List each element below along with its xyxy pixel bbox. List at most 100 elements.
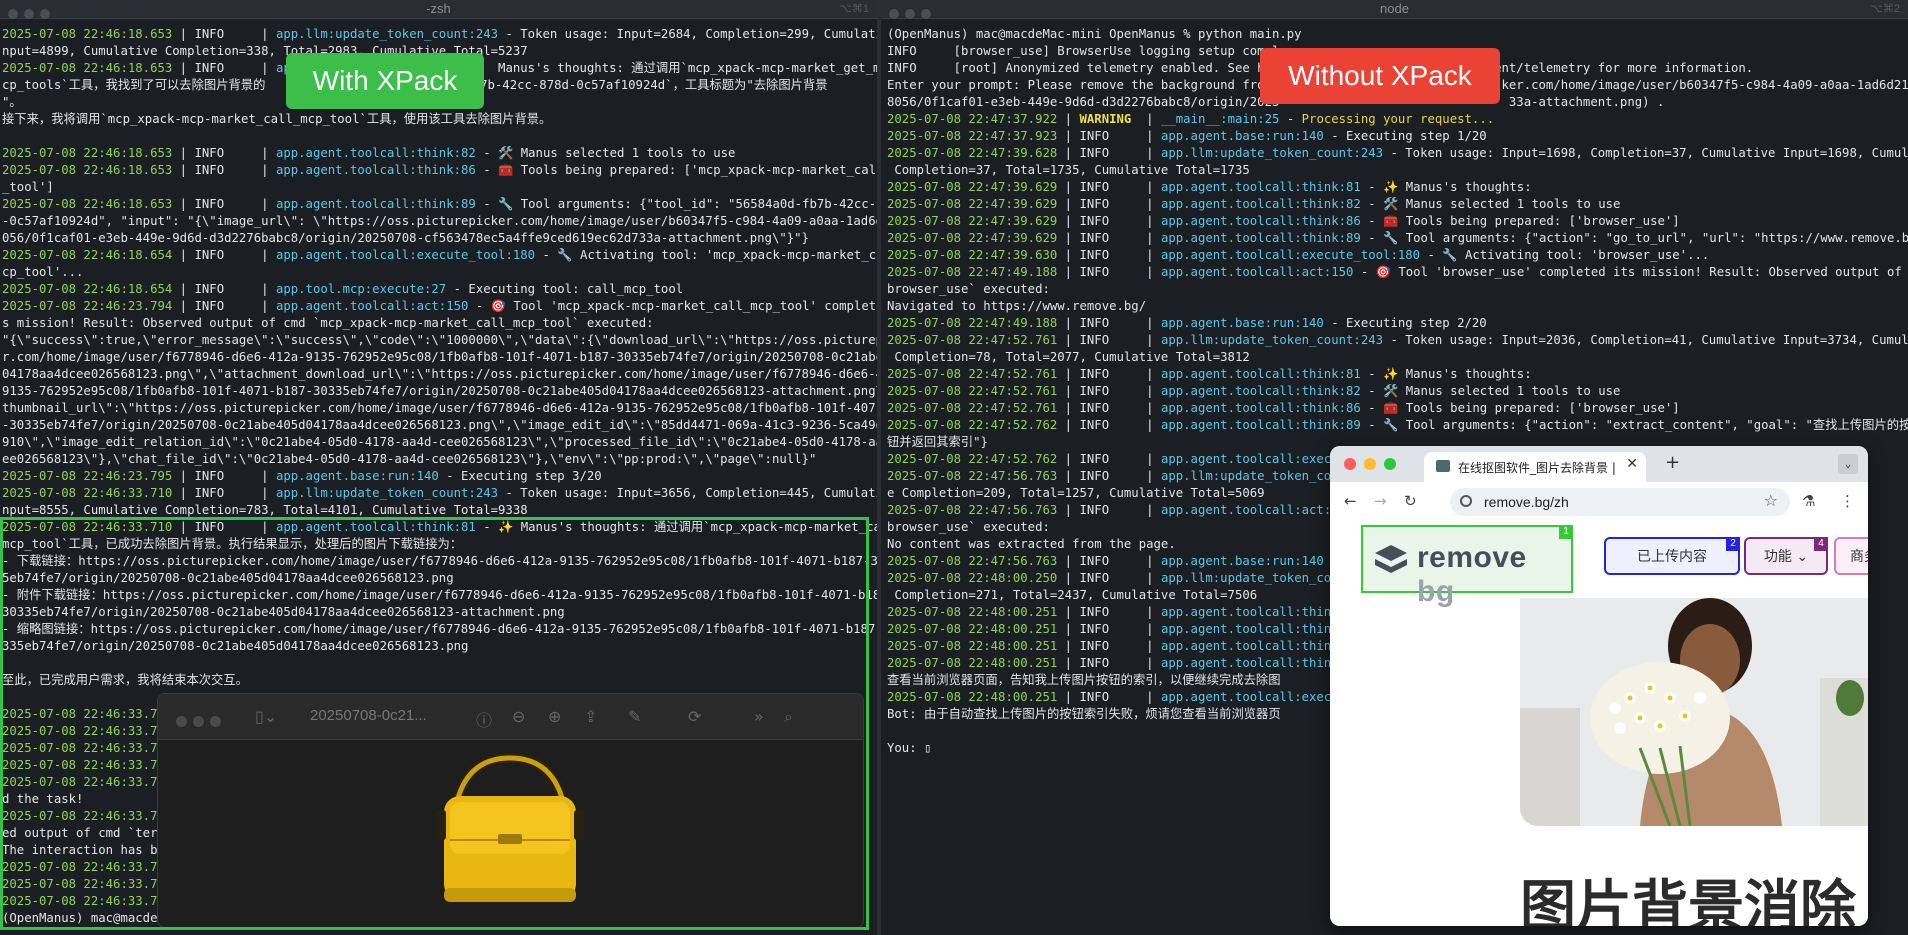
- terminal-text: 查看当前浏览器页面，告知我上传图片按钮的索引，以便继续完成去除图: [887, 673, 1281, 687]
- terminal-text: app.agent.toolcall:think:81: [1160, 180, 1361, 194]
- terminal-text: 5eb74fe7/origin/20250708-0c21abe405d0417…: [2, 571, 454, 585]
- terminal-line: 2025-07-08 22:47:52.761 | INFO | app.age…: [887, 400, 1908, 417]
- terminal-text: 2025-07-08 22:47:39.629: [887, 180, 1058, 194]
- remove-bg-logo[interactable]: remove bg 1: [1361, 525, 1573, 608]
- tab-search-icon[interactable]: ⌄: [1838, 454, 1858, 474]
- terminal-text: | INFO |: [1057, 622, 1161, 636]
- terminal-text: Navigated to https://www.remove.bg/: [887, 299, 1147, 313]
- browser-window[interactable]: 在线抠图软件_图片去除背景 | remove.bg ✕ + ⌄ ← → ↻ re…: [1330, 446, 1868, 926]
- terminal-text: app.agent.toolcall:think:89: [1160, 231, 1361, 245]
- rotate-icon[interactable]: ⟳: [688, 707, 701, 726]
- markup-icon[interactable]: ✎: [628, 707, 641, 726]
- terminal-text: | INFO |: [1057, 571, 1161, 585]
- terminal-text: | INFO |: [1057, 656, 1161, 670]
- terminal-text: 2025-07-08 22:47:52.761: [887, 384, 1058, 398]
- terminal-text: app.agent.toolcall:think:86: [275, 163, 476, 177]
- browser-tab[interactable]: 在线抠图软件_图片去除背景 | remove.bg ✕: [1424, 452, 1646, 482]
- terminal-text: app.agent.toolcall:think:89: [275, 197, 476, 211]
- terminal-text: app.agent.base:run:140: [275, 469, 439, 483]
- terminal-text: - 🧰 Tools being prepared: ['browser_use'…: [1360, 401, 1680, 415]
- terminal-text: - 下载链接：https://oss.picturepicker.com/hom…: [2, 554, 877, 568]
- terminal-text: ee026568123\"},\"chat_file_id\":\"0c21ab…: [2, 452, 817, 466]
- terminal-text: 2025-07-08 22:48:00.251: [887, 656, 1058, 670]
- with-xpack-label: With XPack: [286, 53, 484, 109]
- terminal-text: 2025-07-08 22:46:33.71: [2, 894, 165, 908]
- info-icon[interactable]: ⓘ: [476, 707, 492, 731]
- terminal-text: | INFO |: [1057, 214, 1161, 228]
- terminal-text: cp_tool'...: [2, 265, 84, 279]
- terminal-line: 2025-07-08 22:47:39.630 | INFO | app.age…: [887, 247, 1908, 264]
- sidebar-toggle-icon[interactable]: ▯⌄: [255, 707, 277, 726]
- more-icon[interactable]: »: [754, 707, 764, 726]
- new-tab-icon[interactable]: +: [1665, 452, 1680, 473]
- site-info-icon[interactable]: [1460, 495, 1472, 507]
- terminal-line: 2025-07-08 22:47:52.761 | INFO | app.age…: [887, 366, 1908, 383]
- terminal-text: - 🎯 Tool 'mcp_xpack-mcp-market_call_mcp_…: [468, 299, 877, 313]
- labs-flask-icon[interactable]: ⚗: [1802, 492, 1815, 510]
- nav-business-button[interactable]: 商务办公: [1834, 537, 1868, 575]
- terminal-text: - Executing step 1/20: [1323, 129, 1487, 143]
- terminal-text: 04178aa4dcee026568123.png\",\"attachment…: [2, 367, 877, 381]
- terminal-text: | INFO |: [172, 163, 276, 177]
- terminal-line: Navigated to https://www.remove.bg/: [887, 298, 1908, 315]
- terminal-text: app.agent.toolcall:think:89: [1160, 418, 1361, 432]
- back-icon[interactable]: ←: [1344, 492, 1357, 510]
- bookmark-star-icon[interactable]: ☆: [1764, 491, 1778, 510]
- terminal-text: app.agent.toolcall:think:8: [1160, 656, 1354, 670]
- terminal-text: | INFO |: [1057, 265, 1161, 279]
- terminal-line: 2025-07-08 22:47:39.629 | INFO | app.age…: [887, 230, 1908, 247]
- menu-kebab-icon[interactable]: ⋮: [1840, 492, 1855, 510]
- minimize-window-icon[interactable]: [1364, 458, 1376, 470]
- terminal-text: | INFO |: [1057, 180, 1161, 194]
- without-xpack-label: Without XPack: [1260, 48, 1500, 104]
- terminal-text: 2025-07-08 22:46:18.654: [2, 282, 173, 296]
- terminal-line: - 下载链接：https://oss.picturepicker.com/hom…: [2, 553, 877, 570]
- forward-icon[interactable]: →: [1374, 492, 1387, 510]
- terminal-text: thumbnail_url\":\"https://oss.picturepic…: [2, 401, 877, 415]
- terminal-text: | INFO |: [1057, 231, 1161, 245]
- terminal-text: |: [1057, 112, 1080, 126]
- terminal-text: app.agent.toolcall:think:8: [1160, 605, 1354, 619]
- terminal-text: app.agent.toolcall:think:82: [1160, 384, 1361, 398]
- terminal-text: | INFO |: [172, 299, 276, 313]
- close-window-icon[interactable]: [1344, 458, 1356, 470]
- nav-features-button[interactable]: 功能 ⌄ 4: [1744, 537, 1828, 575]
- nav-item-label: 已上传内容: [1637, 549, 1707, 565]
- terminal-text: 2025-07-08 22:47:52.761: [887, 401, 1058, 415]
- terminal-text: 2025-07-08 22:46:33.71: [2, 877, 165, 891]
- terminal-text: 2025-07-08 22:46:18.653: [2, 163, 173, 177]
- terminal-text: app.agent.toolcall:think:86: [1160, 214, 1361, 228]
- share-icon[interactable]: ⇪: [584, 707, 597, 726]
- terminal-line: 335eb74fe7/origin/20250708-0c21abe405d04…: [2, 638, 877, 655]
- terminal-text: 2025-07-08 22:47:39.629: [887, 214, 1058, 228]
- zoom-in-icon[interactable]: ⊕: [548, 707, 561, 726]
- image-preview-window[interactable]: ▯⌄ 20250708-0c21... ⓘ ⊖ ⊕ ⇪ ✎ ⟳ » ⌕: [157, 693, 864, 928]
- terminal-text: 2025-07-08 22:46:18.653: [2, 27, 173, 41]
- terminal-line: 5eb74fe7/origin/20250708-0c21abe405d0417…: [2, 570, 877, 587]
- terminal-line: 2025-07-08 22:47:37.922 | WARNING | __ma…: [887, 111, 1908, 128]
- terminal-text: 2025-07-08 22:47:37.922: [887, 112, 1058, 126]
- terminal-line: thumbnail_url\":\"https://oss.picturepic…: [2, 400, 877, 417]
- tab-title: 在线抠图软件_图片去除背景 | remove.bg: [1458, 461, 1618, 475]
- terminal-text: | INFO |: [1057, 197, 1161, 211]
- terminal-line: 2025-07-08 22:47:39.629 | INFO | app.age…: [887, 179, 1908, 196]
- close-tab-icon[interactable]: ✕: [1626, 456, 1638, 472]
- terminal-text: app.agent.toolcall:execute: [1160, 690, 1354, 704]
- terminal-text: - 🔧 Activating tool: 'mcp_xpack-mcp-mark…: [535, 248, 877, 262]
- terminal-text: | INFO |: [172, 146, 276, 160]
- terminal-text: "。: [2, 95, 22, 109]
- zoom-out-icon[interactable]: ⊖: [512, 707, 525, 726]
- window-controls[interactable]: [176, 712, 227, 731]
- terminal-text: Processing your request...: [1301, 112, 1495, 126]
- element-index-badge: 4: [1814, 537, 1828, 551]
- nav-uploads-button[interactable]: 已上传内容 2: [1604, 537, 1740, 575]
- maximize-window-icon[interactable]: [1384, 458, 1396, 470]
- search-icon[interactable]: ⌕: [784, 707, 793, 727]
- terminal-text: 910\",\"image_edit_relation_id\":\"0c21a…: [2, 435, 877, 449]
- terminal-text: - Token usage: Input=2036, Completion=41…: [1383, 333, 1908, 347]
- reload-icon[interactable]: ↻: [1404, 492, 1417, 510]
- terminal-text: - Token usage: Input=3656, Completion=44…: [498, 486, 877, 500]
- terminal-text: | INFO |: [1057, 316, 1161, 330]
- address-bar[interactable]: remove.bg/zh ☆: [1450, 488, 1790, 516]
